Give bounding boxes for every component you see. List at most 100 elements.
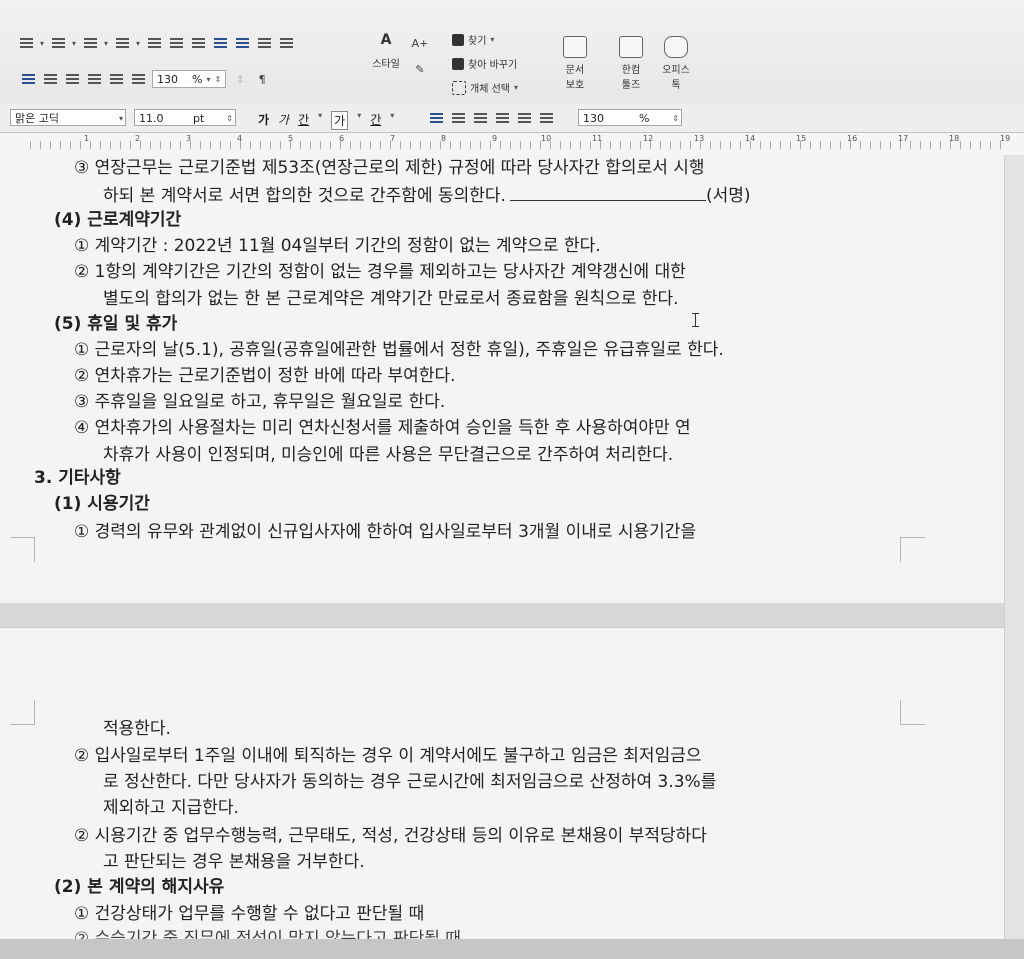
underline-button[interactable]: 간 [298, 111, 309, 130]
font-name-select[interactable]: 맑은 고딕 ▾ [10, 109, 126, 126]
text-style-group: 가 가 간 ▾ 가 ▾ 간 ▾ [258, 111, 394, 130]
stepper-arrows-icon[interactable]: ⇕ [226, 110, 233, 127]
line-spacing-stepper[interactable]: 130 % ▾ ⇕ [152, 70, 227, 88]
chevron-down-icon[interactable]: ▾ [136, 39, 140, 48]
style-edit-icon[interactable]: ✎ [412, 62, 428, 76]
select-object-button[interactable]: 개체 선택 ▾ [452, 80, 518, 95]
zoom-value: 130 [583, 112, 604, 125]
replace-button[interactable]: 찾아 바꾸기 [452, 56, 517, 71]
format-clear-icon[interactable]: ¶ [254, 72, 270, 86]
align-justify-icon[interactable] [20, 72, 36, 86]
style-add-icon[interactable]: A+ [412, 36, 429, 50]
document-protect-label: 문서 [565, 65, 585, 76]
align-center-icon[interactable] [494, 111, 510, 125]
format-bar: 맑은 고딕 ▾ 11.0 pt ⇕ 가 가 간 ▾ 가 ▾ 간 ▾ 130 % … [0, 104, 1024, 133]
select-object-icon [452, 80, 466, 95]
align-left-icon[interactable] [42, 72, 58, 86]
strikethrough-button[interactable]: 가 [331, 111, 349, 130]
align-distribute-icon[interactable] [108, 72, 124, 86]
decrease-level-icon[interactable] [146, 36, 162, 50]
align-justify-icon[interactable] [428, 111, 444, 125]
sort-icon[interactable] [190, 36, 206, 50]
find-label: 찾기 [468, 36, 487, 47]
numbered-list-icon[interactable] [50, 36, 66, 50]
multilevel-list-icon[interactable] [114, 36, 130, 50]
stepper-arrows-icon[interactable]: ⇕ [672, 110, 679, 127]
font-name-value: 맑은 고딕 [15, 112, 59, 125]
zoom-stepper[interactable]: 130 % ⇕ [578, 109, 682, 126]
text-cursor-icon [692, 313, 699, 327]
outdent-icon[interactable] [234, 36, 250, 50]
italic-button[interactable]: 가 [278, 111, 289, 130]
style-icon: A [380, 32, 392, 48]
ruler-number: 15 [796, 134, 807, 143]
align-distribute-icon[interactable] [516, 111, 532, 125]
outline-list-icon[interactable] [82, 36, 98, 50]
ruler-number: 18 [949, 134, 960, 143]
paragraph-text: 제외하고 지급한다. [103, 798, 239, 818]
style-button[interactable]: A 스타일 [366, 32, 406, 70]
paragraph-text: 별도의 합의가 없는 한 본 근로계약은 계약기간 만료로서 종료함을 원칙으로… [103, 289, 679, 309]
paragraph-text: ③ 주휴일을 일요일로 하고, 휴무일은 월요일로 한다. [74, 392, 446, 412]
find-button[interactable]: 찾기 ▾ [452, 32, 494, 47]
office-talk-button[interactable]: 오피스 톡 [656, 36, 696, 91]
align-left-icon[interactable] [450, 111, 466, 125]
line-spacing-value: 130 [157, 72, 178, 86]
paragraph-text: ① 경력의 유무와 관계없이 신규입사자에 한하여 입사일로부터 3개월 이내로… [74, 522, 697, 542]
section-heading: (5) 휴일 및 휴가 [54, 314, 178, 334]
font-size-stepper[interactable]: 11.0 pt ⇕ [134, 109, 236, 126]
signature-line[interactable] [509, 200, 706, 201]
lock-icon [563, 36, 587, 58]
ruler-number: 6 [339, 134, 345, 143]
align-divide-icon[interactable] [538, 111, 554, 125]
align-divide-icon[interactable] [130, 72, 146, 86]
paragraph-text: ② 1항의 계약기간은 기간의 정함이 없는 경우를 제외하고는 당사자간 계약… [74, 262, 686, 282]
style-label: 스타일 [372, 59, 400, 70]
hancom-tools-button[interactable]: 한컴 툴즈 [614, 36, 648, 91]
line-spacing-icon[interactable]: ↕ [232, 72, 248, 86]
ruler-number: 17 [898, 134, 909, 143]
chevron-down-icon[interactable]: ▾ [104, 39, 108, 48]
align-center-icon[interactable] [86, 72, 102, 86]
document-page-2[interactable]: 적용한다. ② 입사일로부터 1주일 이내에 퇴직하는 경우 이 계약서에도 불… [0, 627, 1004, 949]
chevron-down-icon[interactable]: ▾ [490, 35, 494, 44]
office-talk-label: 오피스 [662, 65, 690, 76]
ruler-number: 7 [390, 134, 396, 143]
chevron-down-icon[interactable]: ▾ [390, 111, 394, 130]
chevron-down-icon[interactable]: ▾ [318, 111, 322, 130]
chevron-down-icon[interactable]: ▾ [119, 110, 123, 127]
document-page-1[interactable]: ③ 연장근무는 근로기준법 제53조(연장근로의 제한) 규정에 따라 당사자간… [0, 155, 1004, 603]
first-line-indent-icon[interactable] [256, 36, 272, 50]
hanging-indent-icon[interactable] [278, 36, 294, 50]
stepper-arrows-icon[interactable]: ⇕ [214, 75, 221, 84]
paragraph-text: 차휴가 사용이 인정되며, 미승인에 따른 사용은 무단결근으로 간주하여 처리… [103, 445, 674, 465]
page-margin-marker [900, 537, 925, 562]
paragraph-text: 로 정산한다. 다만 당사자가 동의하는 경우 근로시간에 최저임금으로 산정하… [103, 772, 717, 792]
increase-level-icon[interactable] [168, 36, 184, 50]
paragraph-align-group [428, 111, 554, 125]
chevron-down-icon[interactable]: ▾ [514, 83, 518, 92]
line-spacing-unit: % [192, 72, 203, 86]
bold-button[interactable]: 가 [258, 111, 269, 130]
section-heading: (2) 본 계약의 해지사유 [54, 877, 225, 897]
select-object-label: 개체 선택 [470, 84, 510, 95]
chevron-down-icon[interactable]: ▾ [357, 111, 361, 130]
font-color-button[interactable]: 간 [370, 111, 381, 130]
chevron-down-icon[interactable]: ▾ [206, 75, 210, 84]
align-right-icon[interactable] [64, 72, 80, 86]
indent-icon[interactable] [212, 36, 228, 50]
chevron-down-icon[interactable]: ▾ [40, 39, 44, 48]
font-size-value: 11.0 [139, 112, 164, 125]
paragraph-with-signature: 하되 본 계약서로 서면 합의한 것으로 간주함에 동의한다. (서명) [103, 181, 751, 206]
section-heading: (1) 시용기간 [54, 494, 150, 514]
vertical-scrollbar[interactable] [1004, 155, 1024, 939]
paragraph-text: ② 입사일로부터 1주일 이내에 퇴직하는 경우 이 계약서에도 불구하고 임금… [74, 746, 702, 766]
align-right-icon[interactable] [472, 111, 488, 125]
paragraph-text: 고 판단되는 경우 본채용을 거부한다. [103, 852, 365, 872]
paragraph-text: ② 연차휴가는 근로기준법이 정한 바에 따라 부여한다. [74, 366, 456, 386]
ruler-number: 12 [643, 134, 654, 143]
bullet-list-icon[interactable] [18, 36, 34, 50]
document-protect-button[interactable]: 문서 보호 [560, 36, 590, 91]
chevron-down-icon[interactable]: ▾ [72, 39, 76, 48]
find-icon [452, 33, 464, 46]
